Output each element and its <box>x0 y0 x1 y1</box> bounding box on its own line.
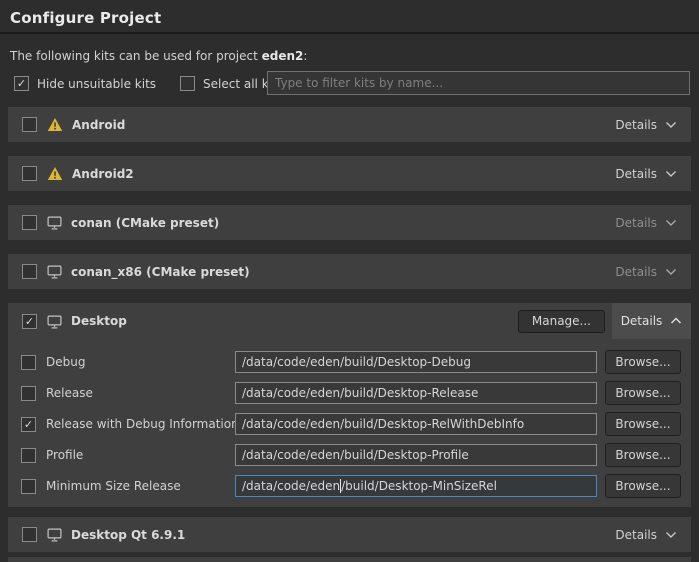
build-dir-input-minsizerel[interactable]: /data/code/eden/build/Desktop-MinSizeRel <box>235 475 597 497</box>
kit-name: Desktop Qt 6.9.1 <box>71 528 185 542</box>
warning-icon <box>47 117 63 132</box>
title-separator <box>0 32 699 34</box>
config-label: Release <box>46 386 93 400</box>
hide-unsuitable-kits-checkbox[interactable]: ✓ <box>14 76 29 91</box>
chevron-down-icon <box>665 531 677 539</box>
kits-description-suffix: : <box>303 49 307 63</box>
kit-checkbox[interactable] <box>22 264 37 279</box>
config-label: Release with Debug Information <box>46 417 239 431</box>
config-checkbox[interactable] <box>21 448 36 463</box>
configure-project-page: Configure Project The following kits can… <box>0 0 699 562</box>
build-dir-input-debug[interactable] <box>235 351 597 373</box>
details-label: Details <box>615 216 657 230</box>
browse-button[interactable]: Browse... <box>605 474 681 498</box>
details-label: Details <box>621 314 663 328</box>
path-text-after-caret: /build/Desktop-MinSizeRel <box>341 479 497 493</box>
kit-name: Android <box>72 118 125 132</box>
details-button[interactable]: Details <box>615 167 677 181</box>
browse-button[interactable]: Browse... <box>605 350 681 374</box>
kit-row-desktop-qt[interactable]: Desktop Qt 6.9.1 Details <box>8 517 691 552</box>
browse-button[interactable]: Browse... <box>605 443 681 467</box>
checkmark-icon: ✓ <box>17 78 26 89</box>
chevron-down-icon <box>665 219 677 227</box>
chevron-down-icon <box>665 121 677 129</box>
config-label: Minimum Size Release <box>46 479 181 493</box>
build-config-row-profile: Profile Browse... <box>21 442 681 468</box>
browse-button[interactable]: Browse... <box>605 381 681 405</box>
browse-button[interactable]: Browse... <box>605 412 681 436</box>
kits-description-prefix: The following kits can be used for proje… <box>10 49 262 63</box>
details-label: Details <box>615 265 657 279</box>
manage-kits-button[interactable]: Manage... <box>518 310 605 333</box>
next-kit-row-sliver <box>8 557 691 562</box>
details-button[interactable]: Details <box>615 528 677 542</box>
desktop-icon <box>47 527 62 542</box>
kit-row-desktop[interactable]: ✓ Desktop Manage... Details <box>8 303 691 339</box>
checkmark-icon: ✓ <box>25 316 34 327</box>
kit-panel-desktop: ✓ Desktop Manage... Details Debug Browse… <box>8 303 691 507</box>
config-checkbox[interactable] <box>21 386 36 401</box>
kit-name: Desktop <box>71 314 127 328</box>
kit-name: Android2 <box>72 167 134 181</box>
config-checkbox[interactable] <box>21 355 36 370</box>
chevron-down-icon <box>665 170 677 178</box>
build-dir-input-release[interactable] <box>235 382 597 404</box>
desktop-icon <box>47 264 62 279</box>
details-button-expanded[interactable]: Details <box>612 303 691 339</box>
filter-controls: ✓ Hide unsuitable kits Select all kits <box>14 76 283 91</box>
config-checkbox[interactable] <box>21 479 36 494</box>
kit-checkbox[interactable] <box>22 215 37 230</box>
build-dir-input-relwithdebinfo[interactable] <box>235 413 597 435</box>
kit-filter-input[interactable] <box>267 71 690 95</box>
kit-row-android[interactable]: Android Details <box>8 107 691 142</box>
kit-checkbox[interactable] <box>22 166 37 181</box>
details-button[interactable]: Details <box>615 265 677 279</box>
build-config-row-relwithdebinfo: ✓ Release with Debug Information Browse.… <box>21 411 681 437</box>
details-label: Details <box>615 118 657 132</box>
details-label: Details <box>615 167 657 181</box>
kit-name: conan (CMake preset) <box>71 216 219 230</box>
hide-unsuitable-kits-label[interactable]: Hide unsuitable kits <box>37 77 156 91</box>
kit-checkbox[interactable] <box>22 527 37 542</box>
config-label: Debug <box>46 355 85 369</box>
kit-name: conan_x86 (CMake preset) <box>71 265 250 279</box>
kit-row-conan-x86[interactable]: conan_x86 (CMake preset) Details <box>8 254 691 289</box>
desktop-icon <box>47 215 62 230</box>
kit-row-conan[interactable]: conan (CMake preset) Details <box>8 205 691 240</box>
desktop-icon <box>47 314 62 329</box>
kits-description: The following kits can be used for proje… <box>10 49 307 63</box>
path-text-before-caret: /data/code/eden <box>242 479 340 493</box>
config-checkbox[interactable]: ✓ <box>21 417 36 432</box>
kit-checkbox[interactable] <box>22 117 37 132</box>
build-config-row-debug: Debug Browse... <box>21 349 681 375</box>
checkmark-icon: ✓ <box>24 419 33 430</box>
page-title: Configure Project <box>10 9 161 27</box>
config-label: Profile <box>46 448 83 462</box>
chevron-down-icon <box>665 268 677 276</box>
project-name: eden2 <box>262 49 304 63</box>
select-all-kits-checkbox[interactable] <box>180 76 195 91</box>
kit-row-android2[interactable]: Android2 Details <box>8 156 691 191</box>
warning-icon <box>47 166 63 181</box>
details-label: Details <box>615 528 657 542</box>
build-config-row-minsizerel: Minimum Size Release /data/code/eden/bui… <box>21 473 681 499</box>
details-button[interactable]: Details <box>615 216 677 230</box>
chevron-up-icon <box>670 317 682 325</box>
build-config-row-release: Release Browse... <box>21 380 681 406</box>
build-dir-input-profile[interactable] <box>235 444 597 466</box>
details-button[interactable]: Details <box>615 118 677 132</box>
kit-checkbox[interactable]: ✓ <box>22 314 37 329</box>
